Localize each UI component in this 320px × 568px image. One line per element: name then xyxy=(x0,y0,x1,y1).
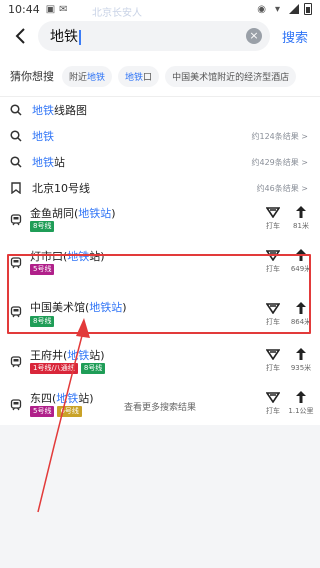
annotation-highlight-box xyxy=(7,254,311,334)
route-arrow-icon xyxy=(281,205,320,219)
metro-icon xyxy=(10,353,22,368)
more-results-link[interactable]: 查看更多搜索结果 xyxy=(0,400,320,413)
back-button[interactable] xyxy=(8,24,32,48)
suggestion-chip-nearby-subway[interactable]: 附近地铁 xyxy=(62,65,113,87)
status-bar: 10:44 ▣ ✉ ◉ ▾ xyxy=(0,0,320,18)
chevron-left-icon xyxy=(15,28,25,44)
suggestion-label: 地铁站 xyxy=(32,156,65,169)
search-button[interactable]: 搜索 xyxy=(282,27,308,46)
map-background-text: 北京长安人 xyxy=(92,8,142,19)
status-time: 10:44 xyxy=(8,2,40,16)
battery-icon xyxy=(304,3,312,15)
suggested-label: 猜你想搜 xyxy=(10,70,54,83)
station-name: 王府井(地铁站) xyxy=(30,349,105,362)
result-count: 约124条结果 > xyxy=(251,131,308,141)
search-query: 地铁 xyxy=(50,26,246,46)
notification-icon-2: ✉ xyxy=(59,3,68,15)
wifi-icon: ▾ xyxy=(274,3,280,15)
suggestion-label: 地铁 xyxy=(32,130,54,143)
suggestion-row[interactable]: 地铁线路图 xyxy=(0,97,320,123)
search-icon xyxy=(10,130,22,142)
station-row[interactable]: 王府井(地铁站) 1号线/八通线 8号线 打车 935米 xyxy=(0,343,320,386)
result-count: 约46条结果 > xyxy=(256,183,308,193)
suggested-searches: 猜你想搜 附近地铁 地铁口 中国美术馆附近的经济型酒店 xyxy=(0,62,320,90)
bottom-background xyxy=(0,425,320,568)
suggestion-row[interactable]: 北京10号线 约46条结果 > xyxy=(0,175,320,201)
search-input[interactable]: 地铁 × xyxy=(38,21,270,51)
suggestion-row[interactable]: 地铁 约124条结果 > xyxy=(0,123,320,149)
suggestion-chip-subway-exit[interactable]: 地铁口 xyxy=(118,65,160,87)
notification-icon: ▣ xyxy=(45,3,56,15)
route-button[interactable]: 935米 xyxy=(281,347,320,373)
search-bar: 地铁 × 搜索 xyxy=(0,18,320,54)
suggestion-label: 北京10号线 xyxy=(32,182,90,195)
station-name: 金鱼胡同(地铁站) xyxy=(30,207,116,220)
suggestion-chip-hotel[interactable]: 中国美术馆附近的经济型酒店 xyxy=(165,65,297,87)
search-icon xyxy=(10,156,22,168)
location-icon: ◉ xyxy=(257,3,266,15)
bookmark-icon xyxy=(10,182,22,194)
text-cursor xyxy=(79,29,81,45)
route-button[interactable]: 81米 xyxy=(281,205,320,231)
signal-icon xyxy=(289,4,299,14)
suggestion-row[interactable]: 地铁站 约429条结果 > xyxy=(0,149,320,175)
route-arrow-icon xyxy=(281,347,320,361)
line-badge: 8号线 xyxy=(30,221,55,232)
result-count: 约429条结果 > xyxy=(251,157,308,167)
search-icon xyxy=(10,104,22,116)
clear-icon[interactable]: × xyxy=(245,28,262,44)
line-badge: 1号线/八通线 xyxy=(30,363,78,374)
line-badge: 8号线 xyxy=(80,363,106,374)
suggestion-label: 地铁线路图 xyxy=(32,104,87,117)
metro-icon xyxy=(10,211,22,226)
station-row[interactable]: 金鱼胡同(地铁站) 8号线 打车 81米 xyxy=(0,201,320,244)
